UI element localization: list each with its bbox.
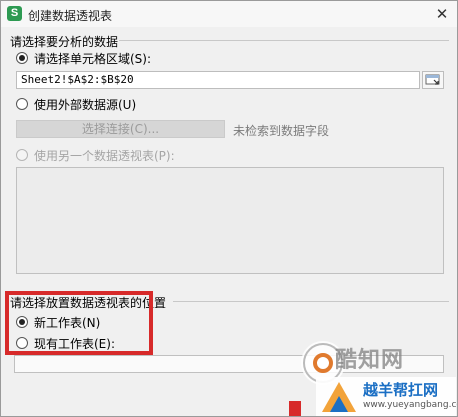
- external-source-radio-label[interactable]: 使用外部数据源(U): [34, 96, 136, 113]
- dialog-title: 创建数据透视表: [28, 9, 113, 23]
- title-bar[interactable]: S 创建数据透视表 ✕: [1, 1, 457, 27]
- range-input[interactable]: Sheet2!$A$2:$B$20: [16, 71, 420, 89]
- range-radio-label[interactable]: 请选择单元格区域(S):: [34, 50, 151, 67]
- connection-status-text: 未检索到数据字段: [233, 124, 330, 138]
- watermark-site-name: 越羊帮扛网: [363, 381, 439, 399]
- choose-connection-button[interactable]: 选择连接(C)...: [16, 120, 225, 138]
- location-section-divider: [173, 301, 449, 302]
- external-source-radio[interactable]: [16, 98, 28, 110]
- collapse-range-icon: [425, 74, 440, 85]
- watermark-site-url: www.yueyangbang.com: [363, 400, 457, 410]
- annotation-red-mark: [289, 401, 301, 416]
- pivot-table-list[interactable]: [16, 167, 444, 274]
- source-section-divider: [119, 40, 449, 41]
- range-radio[interactable]: [16, 52, 28, 64]
- create-pivot-table-dialog: S 创建数据透视表 ✕ 请选择要分析的数据 请选择单元格区域(S): Sheet…: [0, 0, 458, 417]
- source-section-label: 请选择要分析的数据: [10, 35, 119, 49]
- close-button[interactable]: ✕: [433, 5, 451, 23]
- other-pivot-radio[interactable]: [16, 149, 28, 161]
- watermark-brand-text: 酷知网: [335, 348, 405, 373]
- watermark-site-badge: 越羊帮扛网 www.yueyangbang.com: [316, 377, 457, 416]
- watermark-site-logo-icon: [322, 382, 356, 412]
- wps-spreadsheet-icon: S: [7, 6, 22, 21]
- other-pivot-radio-label[interactable]: 使用另一个数据透视表(P):: [34, 147, 175, 164]
- range-picker-button[interactable]: [422, 71, 444, 89]
- annotation-highlight-box: [5, 291, 153, 355]
